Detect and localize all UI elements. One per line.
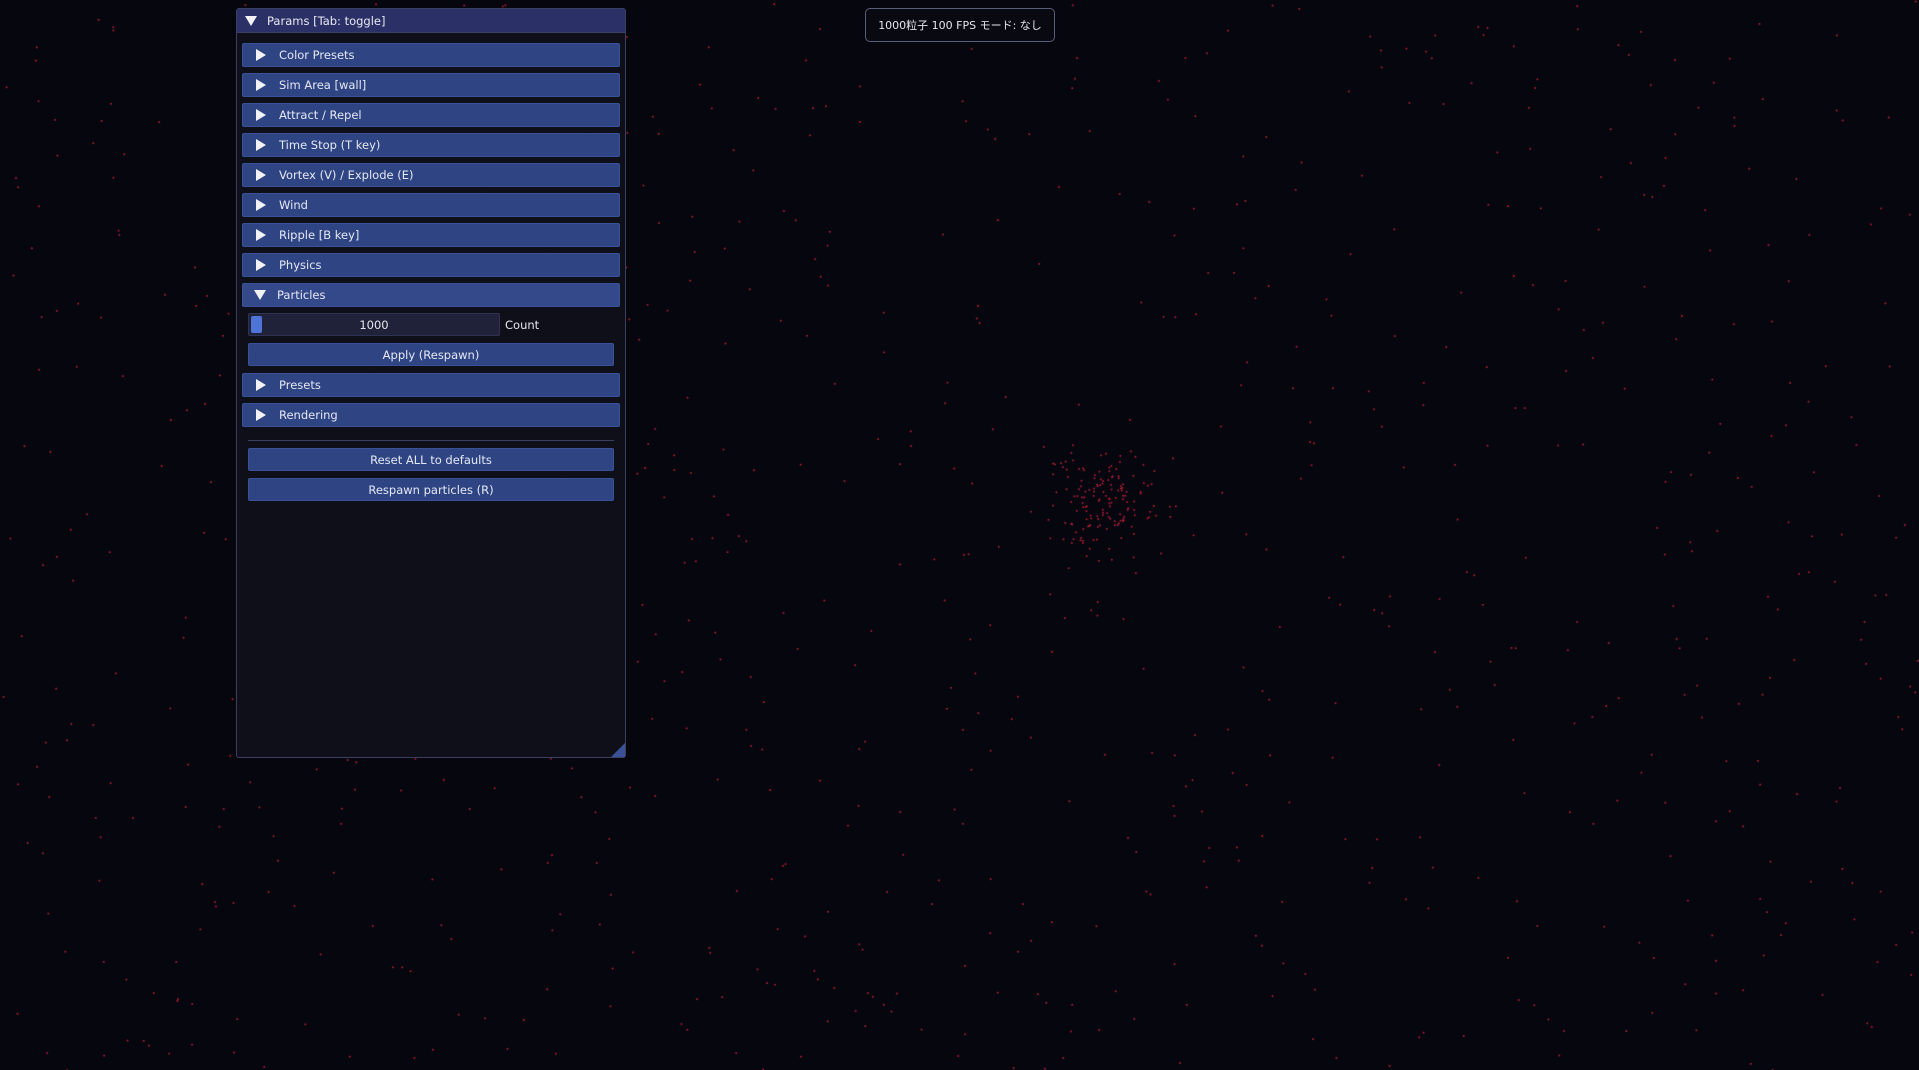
section-presets[interactable]: Presets <box>242 373 620 397</box>
section-particles[interactable]: Particles <box>242 283 620 307</box>
params-window-title: Params [Tab: toggle] <box>267 13 386 28</box>
particle-count-label: Count <box>505 313 539 336</box>
section-physics[interactable]: Physics <box>242 253 620 277</box>
status-overlay: 1000粒子 100 FPS モード: なし <box>865 8 1055 42</box>
section-label: Particles <box>277 288 326 302</box>
triangle-right-icon <box>256 109 266 121</box>
section-attract-repel[interactable]: Attract / Repel <box>242 103 620 127</box>
section-wind[interactable]: Wind <box>242 193 620 217</box>
particle-count-value: 1000 <box>359 317 389 332</box>
triangle-right-icon <box>256 79 266 91</box>
reset-all-button[interactable]: Reset ALL to defaults <box>248 448 614 471</box>
params-window-title-bar[interactable]: Params [Tab: toggle] <box>237 9 625 33</box>
triangle-right-icon <box>256 199 266 211</box>
section-time-stop[interactable]: Time Stop (T key) <box>242 133 620 157</box>
section-color-presets[interactable]: Color Presets <box>242 43 620 67</box>
section-label: Presets <box>279 378 321 392</box>
section-vortex-explode[interactable]: Vortex (V) / Explode (E) <box>242 163 620 187</box>
slider-grab-handle[interactable] <box>251 316 262 333</box>
section-ripple[interactable]: Ripple [B key] <box>242 223 620 247</box>
particle-count-slider[interactable]: 1000 <box>248 313 500 336</box>
triangle-right-icon <box>256 139 266 151</box>
triangle-right-icon <box>256 169 266 181</box>
section-label: Sim Area [wall] <box>279 78 367 92</box>
triangle-right-icon <box>256 49 266 61</box>
section-label: Ripple [B key] <box>279 228 360 242</box>
section-label: Rendering <box>279 408 338 422</box>
apply-respawn-label: Apply (Respawn) <box>382 347 480 362</box>
apply-respawn-button[interactable]: Apply (Respawn) <box>248 343 614 366</box>
section-label: Time Stop (T key) <box>279 138 381 152</box>
count-label-text: Count <box>505 317 540 332</box>
respawn-particles-button[interactable]: Respawn particles (R) <box>248 478 614 501</box>
section-label: Vortex (V) / Explode (E) <box>279 168 414 182</box>
section-label: Physics <box>279 258 322 272</box>
respawn-particles-label: Respawn particles (R) <box>368 482 494 497</box>
section-label: Wind <box>279 198 308 212</box>
section-sim-area[interactable]: Sim Area [wall] <box>242 73 620 97</box>
triangle-right-icon <box>256 259 266 271</box>
reset-all-label: Reset ALL to defaults <box>370 452 492 467</box>
section-label: Color Presets <box>279 48 355 62</box>
collapse-triangle-icon[interactable] <box>245 15 257 26</box>
triangle-right-icon <box>256 409 266 421</box>
triangle-right-icon <box>256 379 266 391</box>
resize-grip[interactable] <box>611 743 625 757</box>
section-label: Attract / Repel <box>279 108 362 122</box>
triangle-right-icon <box>256 229 266 241</box>
section-rendering[interactable]: Rendering <box>242 403 620 427</box>
params-window[interactable]: Params [Tab: toggle] Color Presets Sim A… <box>236 8 626 758</box>
separator <box>248 440 614 441</box>
triangle-down-icon <box>254 290 266 300</box>
status-text: 1000粒子 100 FPS モード: なし <box>878 19 1042 32</box>
